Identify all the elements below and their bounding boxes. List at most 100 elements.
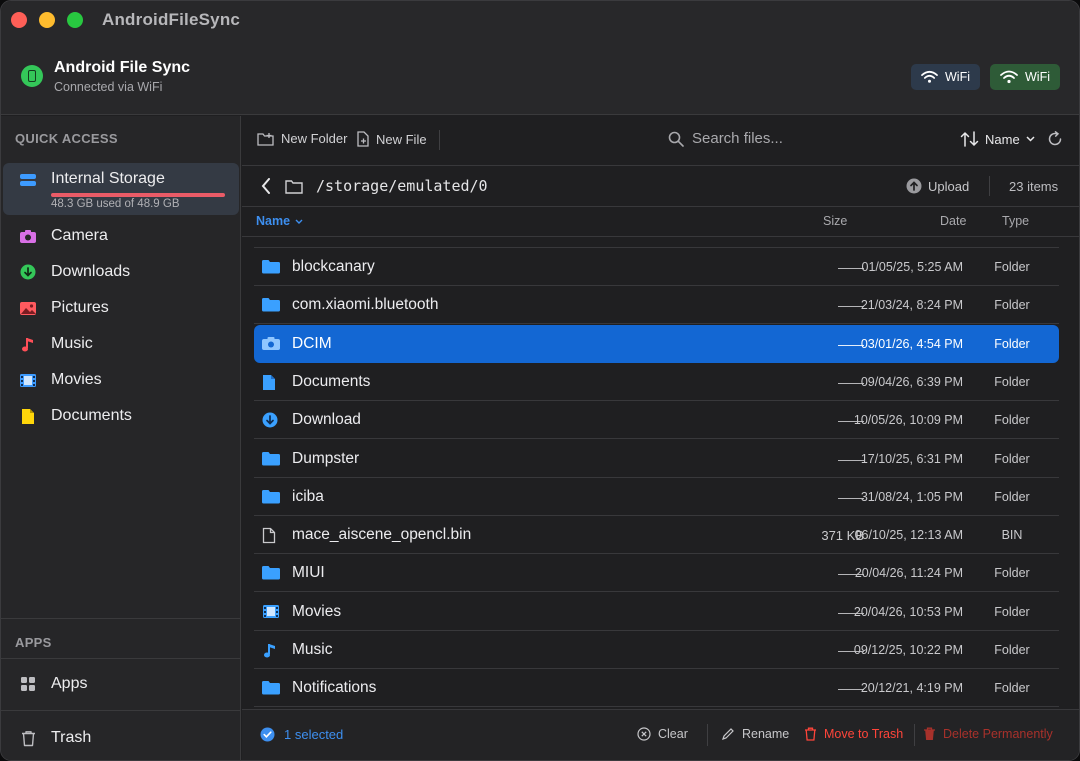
sort-arrows-icon — [960, 131, 979, 147]
file-date: 03/01/26, 4:54 PM — [860, 336, 963, 351]
upload-button[interactable]: Upload — [906, 178, 969, 194]
wifi-icon — [921, 70, 938, 83]
new-folder-button[interactable]: New Folder — [257, 131, 347, 146]
sidebar-divider — [1, 658, 241, 659]
apps-heading: APPS — [15, 635, 52, 650]
file-row[interactable]: Notifications —— 20/12/21, 4:19 PM Folder — [254, 669, 1059, 708]
refresh-button[interactable] — [1047, 131, 1063, 152]
file-date: 09/04/26, 6:39 PM — [860, 374, 963, 389]
sidebar-item-apps[interactable]: Apps — [3, 666, 239, 702]
sidebar-item-pictures[interactable]: Pictures — [3, 290, 239, 326]
sidebar-item-camera[interactable]: Camera — [3, 218, 239, 254]
title-bar: AndroidFileSync Android File Sync Connec… — [1, 1, 1079, 115]
file-type: Folder — [994, 336, 1030, 351]
file-date: 31/08/24, 1:05 PM — [860, 489, 963, 504]
file-row[interactable]: Documents —— 09/04/26, 6:39 PM Folder — [254, 363, 1059, 401]
delete-permanently-button[interactable]: Delete Permanently — [923, 727, 1053, 741]
sidebar-item-trash[interactable]: Trash — [3, 720, 239, 756]
chevron-down-icon — [295, 219, 303, 224]
refresh-icon — [1048, 131, 1062, 146]
chevron-left-icon — [261, 178, 270, 194]
new-folder-label: New Folder — [281, 131, 348, 146]
drive-icon — [19, 171, 37, 189]
file-row[interactable]: MIUI —— 20/04/26, 11:24 PM Folder — [254, 554, 1059, 593]
clear-label: Clear — [658, 727, 688, 741]
clear-selection-button[interactable]: Clear — [637, 727, 688, 741]
new-file-button[interactable]: New File — [356, 131, 427, 147]
column-date[interactable]: Date — [940, 214, 966, 228]
file-date: 17/10/25, 6:31 PM — [860, 451, 963, 466]
file-name: com.xiaomi.bluetooth — [292, 296, 439, 314]
file-name: MIUI — [292, 564, 325, 582]
file-type: Folder — [994, 451, 1030, 466]
file-date: 01/05/25, 5:25 AM — [861, 260, 963, 274]
new-file-label: New File — [376, 131, 427, 147]
photo-icon — [19, 299, 37, 317]
folder-icon — [262, 489, 280, 505]
close-circle-icon — [637, 727, 651, 741]
file-date: 09/12/25, 10:22 PM — [853, 643, 963, 657]
file-date: 20/12/21, 4:19 PM — [860, 681, 963, 696]
search-icon — [668, 131, 684, 147]
search-field[interactable]: Search files... — [668, 130, 783, 147]
file-row[interactable]: iciba —— 31/08/24, 1:05 PM Folder — [254, 478, 1059, 516]
file-row[interactable]: Dumpster —— 17/10/25, 6:31 PM Folder — [254, 440, 1059, 478]
sort-menu-button[interactable]: Name — [960, 131, 1035, 147]
app-window: AndroidFileSync Android File Sync Connec… — [0, 0, 1080, 761]
wifi-icon — [1000, 70, 1018, 84]
trash-fill-icon — [924, 727, 935, 740]
file-type: Folder — [994, 260, 1030, 274]
sidebar-item-downloads[interactable]: Downloads — [3, 254, 239, 290]
toolbar: New Folder New File Search files... Name — [242, 116, 1079, 165]
minimize-window-button[interactable] — [39, 12, 55, 28]
file-row[interactable]: Music —— 09/12/25, 10:22 PM Folder — [254, 631, 1059, 669]
sidebar-item-movies[interactable]: Movies — [3, 362, 239, 398]
column-name-sort[interactable]: Name — [256, 214, 303, 228]
file-type: Folder — [994, 643, 1030, 657]
file-row[interactable]: com.xiaomi.bluetooth —— 21/03/24, 8:24 PM F… — [254, 286, 1059, 325]
file-row[interactable]: mace_aiscene_opencl.bin 371 KB 06/10/25, 1… — [254, 516, 1059, 555]
file-icon — [262, 527, 280, 544]
column-type[interactable]: Type — [1002, 214, 1029, 228]
move-to-trash-button[interactable]: Move to Trash — [804, 727, 903, 741]
selection-count-label: 1 selected — [284, 727, 344, 742]
sidebar-item-music[interactable]: Music — [3, 326, 239, 362]
upload-label: Upload — [928, 178, 970, 194]
music-note-icon — [19, 335, 37, 353]
rename-label: Rename — [742, 727, 790, 741]
main-panel: New Folder New File Search files... Name — [242, 116, 1079, 760]
file-size: —— — [838, 260, 864, 275]
file-row-partial[interactable] — [254, 238, 1059, 248]
sidebar-item-documents[interactable]: Documents — [3, 398, 239, 434]
apps-grid-icon — [19, 675, 37, 693]
close-window-button[interactable] — [11, 12, 27, 28]
file-date: 10/05/26, 10:09 PM — [853, 413, 963, 428]
sidebar-item-label: Movies — [51, 371, 102, 388]
column-size[interactable]: Size — [823, 214, 847, 228]
file-date: 21/03/24, 8:24 PM — [860, 298, 963, 313]
file-row[interactable]: Download —— 10/05/26, 10:09 PM Folder — [254, 401, 1059, 440]
wifi-button-secondary[interactable]: WiFi — [990, 64, 1060, 90]
camera-icon — [19, 227, 37, 245]
back-button[interactable] — [261, 178, 271, 199]
file-type: Folder — [994, 681, 1030, 696]
wifi-button-label: WiFi — [945, 70, 970, 84]
status-bar: 1 selected Clear Rename Move to Trash De… — [242, 709, 1079, 760]
delete-permanently-label: Delete Permanently — [943, 727, 1053, 741]
document-icon — [262, 374, 280, 390]
file-row[interactable]: blockcanary —— 01/05/25, 5:25 AM Folder — [254, 248, 1059, 286]
folder-outline-icon — [285, 179, 303, 199]
file-type: BIN — [1001, 528, 1023, 543]
wifi-button-primary[interactable]: WiFi — [911, 64, 980, 90]
trash-icon — [19, 729, 37, 747]
film-icon — [262, 604, 280, 620]
folder-icon — [262, 297, 280, 313]
rename-button[interactable]: Rename — [721, 727, 789, 741]
camera-icon — [262, 336, 280, 352]
file-row[interactable]: Movies —— 20/04/26, 10:53 PM Folder — [254, 593, 1059, 631]
sidebar-item-internal-storage[interactable]: Internal Storage 48.3 GB used of 48.9 GB — [3, 163, 239, 215]
file-type: Folder — [994, 604, 1030, 619]
file-row[interactable]: DCIM —— 03/01/26, 4:54 PM Folder — [254, 324, 1059, 363]
zoom-window-button[interactable] — [67, 12, 83, 28]
statusbar-divider — [914, 724, 915, 746]
